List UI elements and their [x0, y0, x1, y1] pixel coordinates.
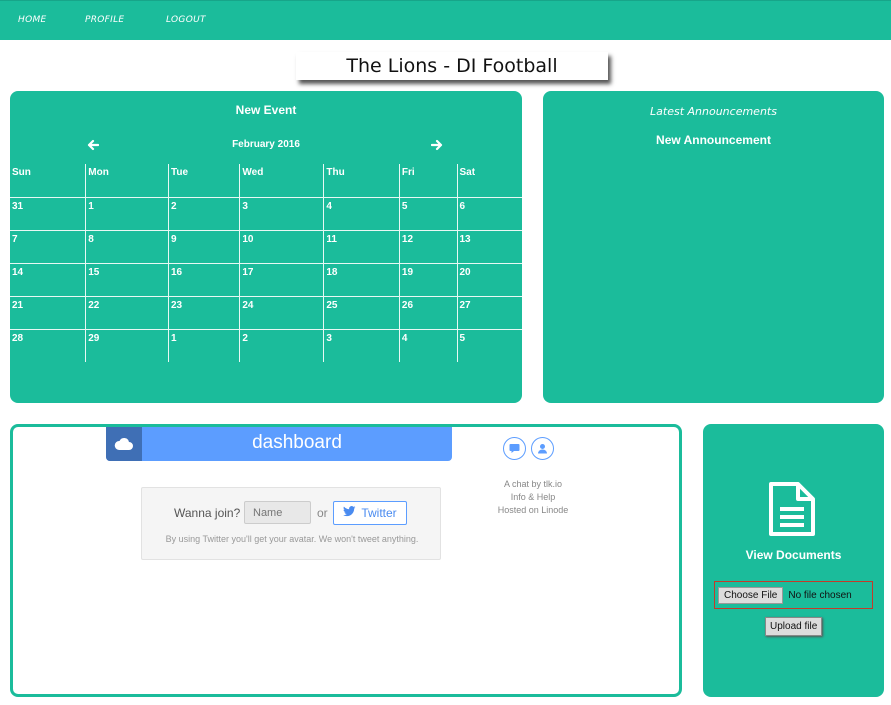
calendar-day[interactable]: 18	[323, 262, 400, 297]
new-event-button[interactable]: New Event	[10, 103, 522, 117]
chat-credit-link[interactable]: A chat by tlk.io	[489, 478, 577, 491]
calendar-day[interactable]: 13	[456, 229, 522, 264]
calendar-day[interactable]: 25	[323, 295, 400, 330]
page-title: The Lions - DI Football	[346, 55, 558, 77]
speech-bubble-icon[interactable]	[503, 437, 526, 460]
weekday-header: Sun	[10, 164, 87, 198]
calendar-week-row: 14 15 16 17 18 19 20	[10, 262, 522, 297]
calendar-grid: Sun Mon Tue Wed Thu Fri Sat 31 1 2 3 4 5…	[10, 164, 522, 362]
announcements-heading: Latest Announcements	[650, 105, 777, 118]
calendar-day[interactable]: 3	[323, 328, 400, 362]
twitter-bird-icon	[343, 506, 356, 520]
nav-logout[interactable]: LOGOUT	[166, 15, 206, 25]
join-form: Wanna join? or Twitter By using Twitter …	[141, 487, 441, 560]
calendar-day[interactable]: 29	[85, 328, 169, 362]
calendar-week-row: 28 29 1 2 3 4 5	[10, 328, 522, 362]
calendar-day[interactable]: 8	[85, 229, 169, 264]
hosting-link[interactable]: Hosted on Linode	[489, 504, 577, 517]
calendar-week-row: 31 1 2 3 4 5 6	[10, 196, 522, 231]
dashboard-label: dashboard	[252, 432, 342, 453]
calendar-day[interactable]: 10	[239, 229, 325, 264]
announcements-panel: Latest Announcements New Announcement	[543, 91, 884, 403]
documents-panel: View Documents Choose File No file chose…	[703, 424, 884, 697]
calendar-month-label: February 2016	[232, 139, 300, 150]
weekday-header: Mon	[85, 164, 169, 198]
twitter-login-button[interactable]: Twitter	[333, 501, 407, 525]
calendar-weekday-row: Sun Mon Tue Wed Thu Fri Sat	[10, 164, 522, 198]
calendar-day[interactable]: 3	[239, 196, 325, 231]
file-status: No file chosen	[788, 589, 852, 601]
weekday-header: Thu	[323, 164, 400, 198]
calendar-day[interactable]: 24	[239, 295, 325, 330]
calendar-day[interactable]: 16	[167, 262, 241, 297]
new-announcement-button[interactable]: New Announcement	[543, 133, 884, 147]
weekday-header: Wed	[239, 164, 325, 198]
calendar-day[interactable]: 21	[10, 295, 87, 330]
calendar-day[interactable]: 1	[167, 328, 241, 362]
calendar-day[interactable]: 26	[398, 295, 458, 330]
name-input[interactable]	[244, 501, 311, 524]
calendar-day[interactable]: 9	[167, 229, 241, 264]
choose-file-button[interactable]: Choose File	[718, 586, 784, 604]
document-icon	[767, 481, 817, 542]
nav-profile[interactable]: PROFILE	[85, 15, 124, 25]
calendar-day[interactable]: 6	[456, 196, 522, 231]
calendar-day[interactable]: 2	[239, 328, 325, 362]
join-label: Wanna join?	[174, 506, 241, 520]
weekday-header: Fri	[398, 164, 458, 198]
calendar-day[interactable]: 31	[10, 196, 87, 231]
info-help-link[interactable]: Info & Help	[489, 491, 577, 504]
calendar-day[interactable]: 4	[323, 196, 400, 231]
cloud-icon	[106, 427, 142, 461]
calendar-day[interactable]: 28	[10, 328, 87, 362]
twitter-note: By using Twitter you'll get your avatar.…	[165, 534, 419, 544]
calendar-day[interactable]: 14	[10, 262, 87, 297]
calendar-day[interactable]: 2	[167, 196, 241, 231]
calendar-day[interactable]: 27	[456, 295, 522, 330]
dashboard-bar[interactable]: dashboard	[106, 427, 452, 461]
calendar-panel: New Event February 2016 Sun Mon Tue Wed …	[10, 91, 522, 403]
file-input: Choose File No file chosen	[714, 581, 873, 609]
calendar-day[interactable]: 22	[85, 295, 169, 330]
calendar-day[interactable]: 17	[239, 262, 325, 297]
calendar-day[interactable]: 1	[85, 196, 169, 231]
calendar-day[interactable]: 12	[398, 229, 458, 264]
calendar-day[interactable]: 5	[456, 328, 522, 362]
calendar-day[interactable]: 20	[456, 262, 522, 297]
twitter-label: Twitter	[361, 506, 397, 520]
arrow-right-icon[interactable]	[430, 138, 443, 154]
calendar-day[interactable]: 15	[85, 262, 169, 297]
calendar-day[interactable]: 7	[10, 229, 87, 264]
chat-widget: dashboard A chat by tlk.io Info & Help H…	[10, 424, 682, 697]
page-title-box: The Lions - DI Football	[296, 52, 608, 80]
view-documents-link[interactable]: View Documents	[703, 548, 884, 562]
upload-file-button[interactable]: Upload file	[765, 617, 823, 636]
nav-home[interactable]: HOME	[18, 15, 47, 25]
calendar-day[interactable]: 5	[398, 196, 458, 231]
calendar-day[interactable]: 4	[398, 328, 458, 362]
calendar-day[interactable]: 23	[167, 295, 241, 330]
top-nav: HOME PROFILE LOGOUT	[0, 0, 891, 40]
calendar-day[interactable]: 11	[323, 229, 400, 264]
chat-info: A chat by tlk.io Info & Help Hosted on L…	[489, 478, 577, 517]
weekday-header: Sat	[456, 164, 522, 198]
calendar-day[interactable]: 19	[398, 262, 458, 297]
or-label: or	[317, 506, 328, 520]
weekday-header: Tue	[167, 164, 241, 198]
calendar-week-row: 21 22 23 24 25 26 27	[10, 295, 522, 330]
calendar-week-row: 7 8 9 10 11 12 13	[10, 229, 522, 264]
user-icon[interactable]	[531, 437, 554, 460]
